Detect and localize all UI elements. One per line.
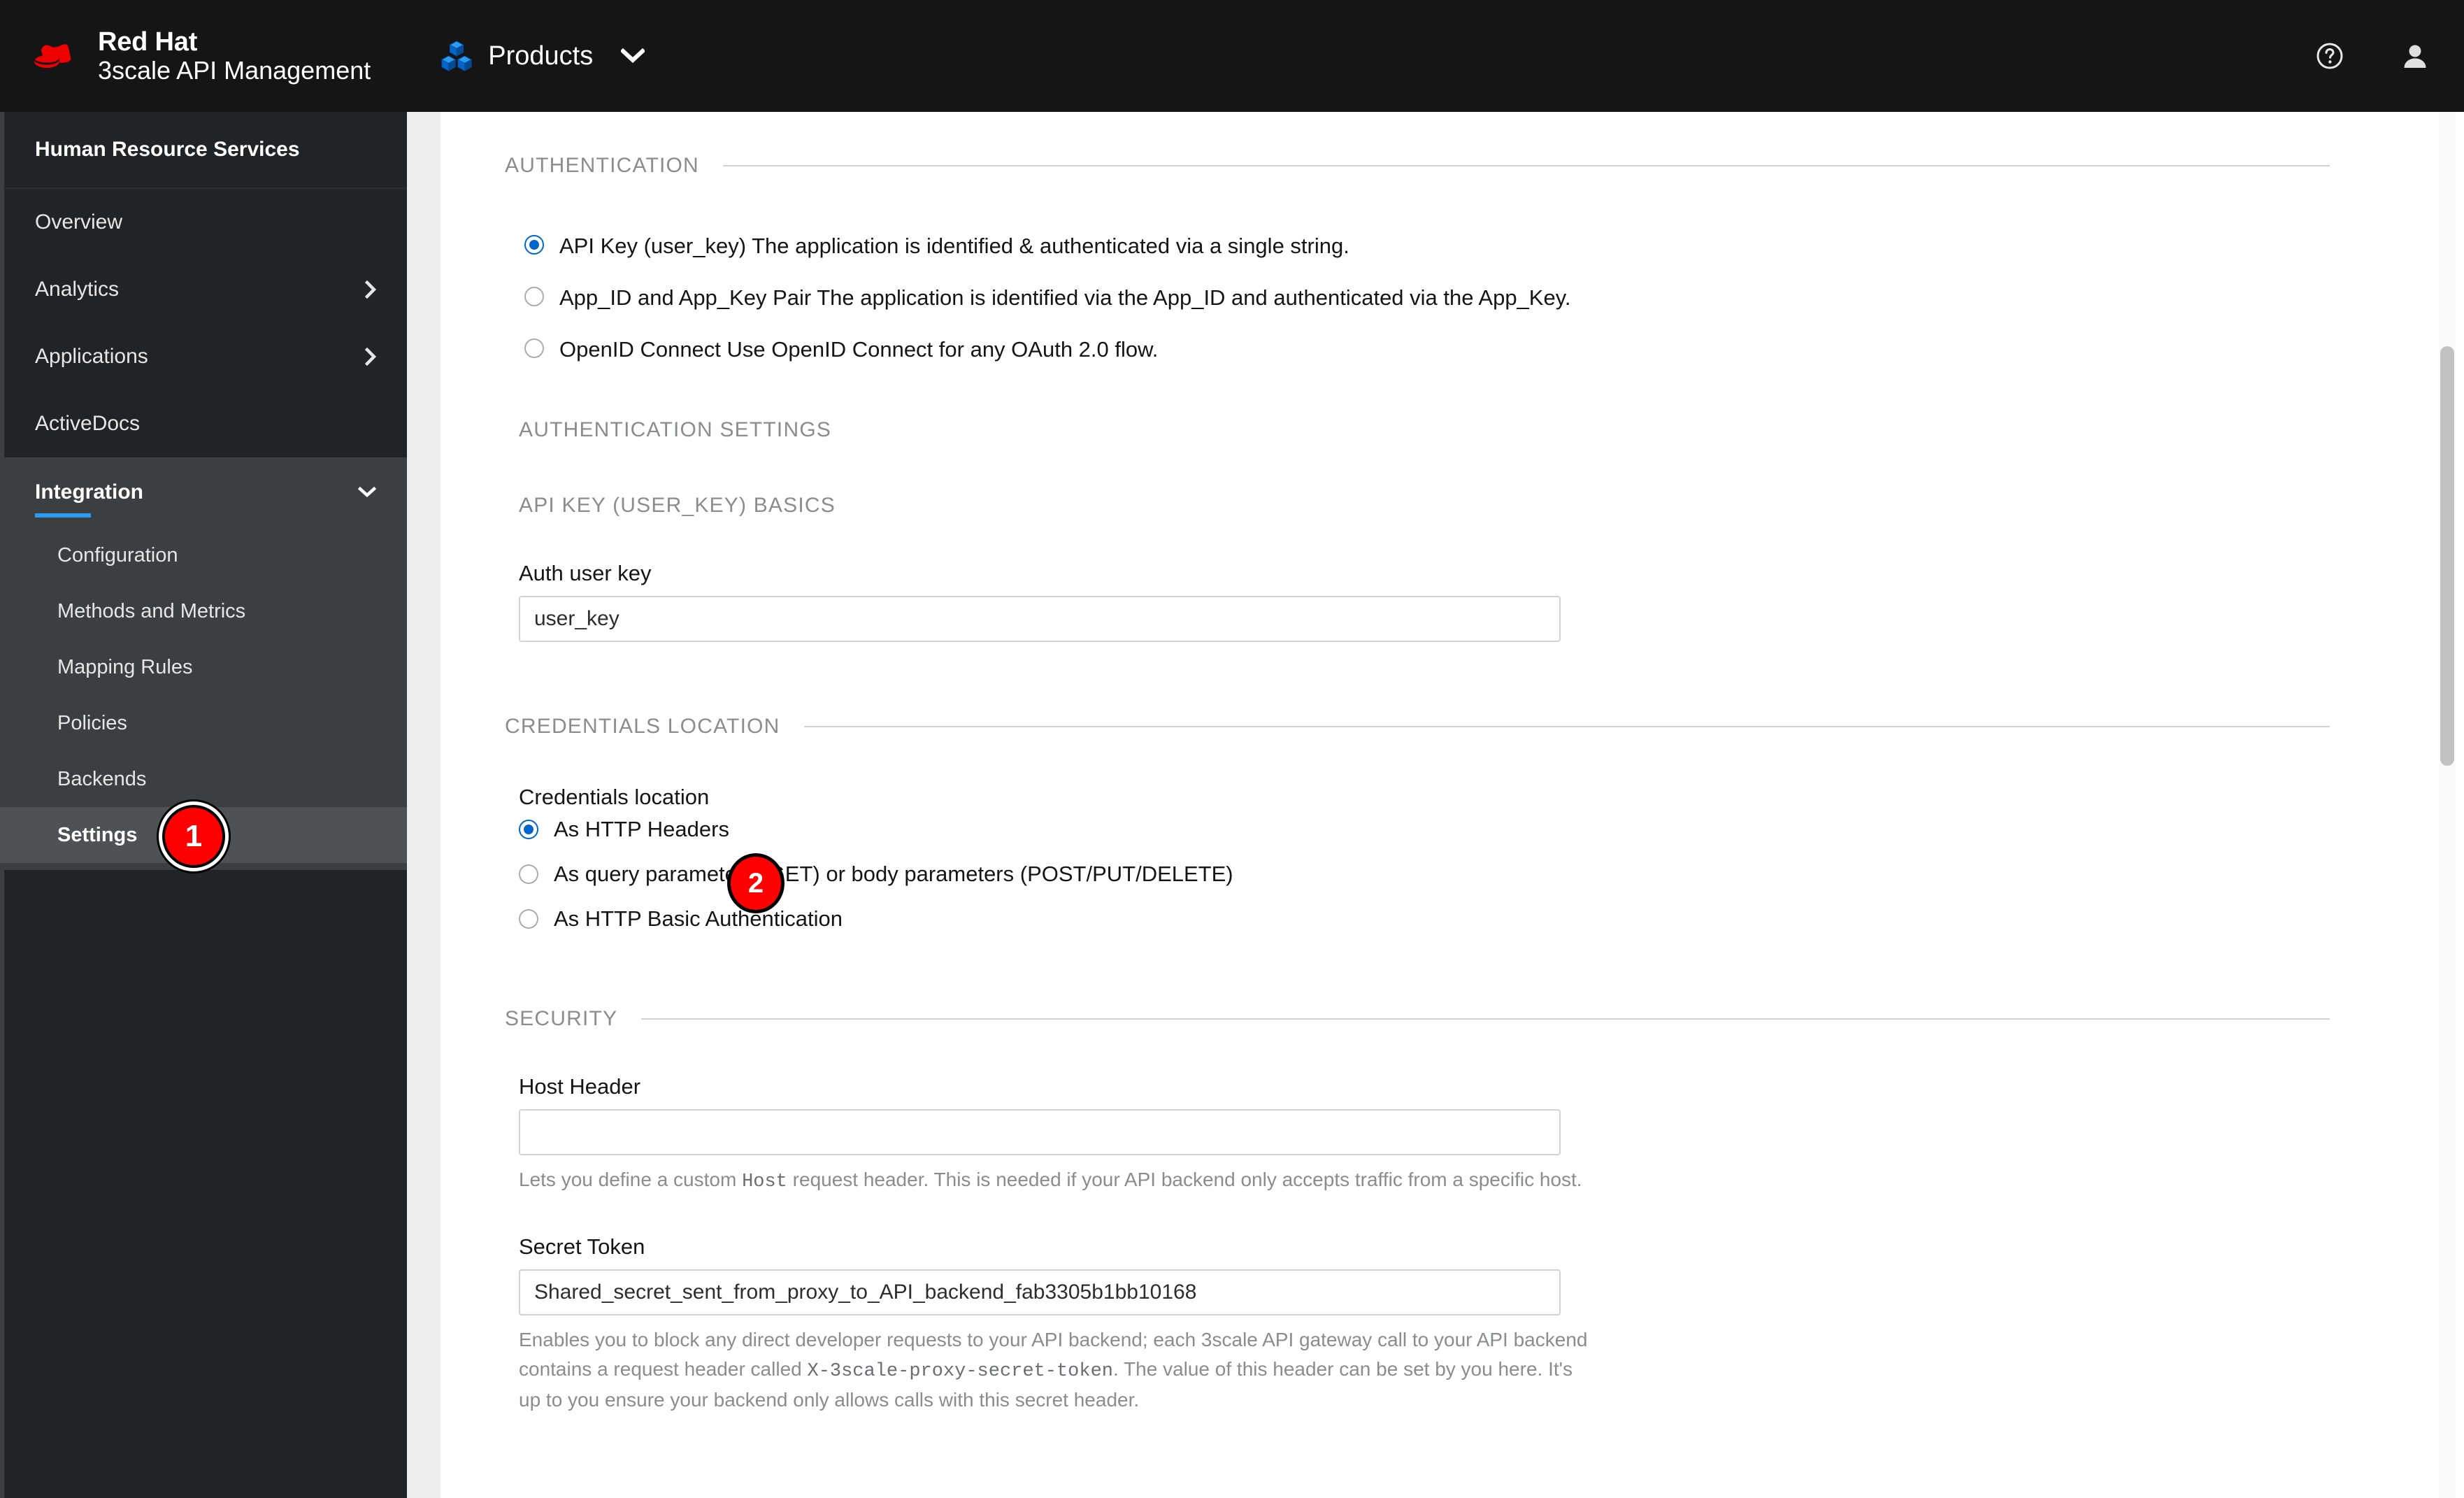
secret-token-label: Secret Token <box>519 1234 645 1260</box>
page-root: Red Hat 3scale API Management Products H… <box>0 0 2464 1498</box>
cred-option-http-headers[interactable]: As HTTP Headers <box>519 817 2442 842</box>
help-text-post: request header. This is needed if your A… <box>787 1169 1582 1191</box>
sidebar-item-applications[interactable]: Applications <box>0 323 407 390</box>
sidebar-subitem-label: Policies <box>57 711 127 734</box>
sidebar-title: Human Resource Services <box>0 112 407 189</box>
secret-token-field: Secret Token Enables you to block any di… <box>519 1234 1587 1415</box>
red-hat-fedora-logo <box>33 44 71 68</box>
secret-token-input[interactable] <box>519 1269 1561 1316</box>
product-name: 3scale API Management <box>98 56 371 85</box>
section-security-header: SECURITY <box>505 1007 2442 1031</box>
secret-token-help: Enables you to block any direct develope… <box>519 1325 1589 1415</box>
sidebar-item-label: Analytics <box>35 278 120 301</box>
radio-http-headers[interactable] <box>519 820 538 840</box>
sidebar-item-policies[interactable]: Policies <box>0 695 407 751</box>
brand-text: Red Hat 3scale API Management <box>98 27 371 85</box>
help-circle-icon[interactable] <box>2316 42 2344 70</box>
section-divider <box>803 726 2330 728</box>
section-credentials-location-header: CREDENTIALS LOCATION <box>505 715 2442 739</box>
chevron-right-icon <box>365 280 376 299</box>
sidebar-item-activedocs[interactable]: ActiveDocs <box>0 390 407 457</box>
sidebar-subitem-label: Configuration <box>57 543 178 566</box>
radio-app-id-key[interactable] <box>524 287 544 307</box>
auth-option-label: OpenID Connect Use OpenID Connect for an… <box>559 337 1159 362</box>
sidebar-item-configuration[interactable]: Configuration <box>0 527 407 583</box>
sidebar-item-analytics[interactable]: Analytics <box>0 256 407 323</box>
auth-option-label: API Key (user_key) The application is id… <box>559 234 1349 258</box>
radio-query-params[interactable] <box>519 864 538 885</box>
auth-option-api-key[interactable]: API Key (user_key) The application is id… <box>524 229 2442 263</box>
credentials-location-label: Credentials location <box>519 785 710 810</box>
sidebar-item-label: Overview <box>35 211 123 234</box>
content-left-gutter <box>407 112 440 1498</box>
sidebar-group-integration[interactable]: Integration <box>0 457 407 527</box>
help-text-pre: Lets you define a custom <box>519 1169 743 1191</box>
sidebar-group-label: Integration <box>35 480 143 504</box>
section-divider <box>722 165 2330 166</box>
api-key-basics-title: API KEY (USER_KEY) BASICS <box>519 494 836 518</box>
host-header-help: Lets you define a custom Host request he… <box>519 1165 1589 1197</box>
auth-user-key-label: Auth user key <box>519 561 652 586</box>
cubes-icon <box>441 41 473 71</box>
authentication-settings-title: AUTHENTICATION SETTINGS <box>519 418 832 442</box>
annotation-badge-1: 1 <box>162 805 225 868</box>
products-nav-button[interactable]: Products <box>440 40 645 72</box>
sidebar-item-overview[interactable]: Overview <box>0 189 407 256</box>
products-label: Products <box>488 41 594 71</box>
sidebar: Human Resource Services Overview Analyti… <box>0 112 407 1498</box>
sidebar-item-label: ActiveDocs <box>35 412 141 435</box>
brand-name: Red Hat <box>98 27 198 57</box>
sidebar-subitem-label: Methods and Metrics <box>57 599 246 622</box>
main-content: AUTHENTICATION API Key (user_key) The ap… <box>440 112 2442 1498</box>
host-header-label: Host Header <box>519 1074 641 1099</box>
cred-option-label: As query parameters (GET) or body parame… <box>554 862 1233 887</box>
radio-http-basic-auth[interactable] <box>519 909 538 929</box>
credentials-location-radio-group: As HTTP Headers As query parameters (GET… <box>519 817 2442 932</box>
section-authentication-header: AUTHENTICATION <box>505 154 2442 178</box>
brand-logo[interactable]: Red Hat 3scale API Management <box>31 27 371 85</box>
auth-option-app-id-app-key[interactable]: App_ID and App_Key Pair The application … <box>524 281 2442 315</box>
auth-option-openid-connect[interactable]: OpenID Connect Use OpenID Connect for an… <box>524 333 2442 366</box>
chevron-down-icon <box>358 487 376 498</box>
scrollbar-track[interactable] <box>2439 112 2456 1498</box>
scrollbar-thumb[interactable] <box>2440 346 2454 766</box>
cred-option-http-basic-auth[interactable]: As HTTP Basic Authentication <box>519 906 2442 932</box>
sidebar-item-backends[interactable]: Backends <box>0 751 407 807</box>
cred-option-label: As HTTP Basic Authentication <box>554 906 843 932</box>
sidebar-item-methods-and-metrics[interactable]: Methods and Metrics <box>0 583 407 639</box>
masthead: Red Hat 3scale API Management Products <box>0 0 2464 112</box>
section-title: SECURITY <box>505 1007 618 1031</box>
sidebar-subitem-label: Backends <box>57 767 147 790</box>
host-header-input[interactable] <box>519 1109 1561 1156</box>
host-header-field: Host Header Lets you define a custom Hos… <box>519 1074 1582 1197</box>
radio-api-key[interactable] <box>524 235 544 255</box>
masthead-actions <box>2316 0 2464 112</box>
user-avatar-icon[interactable] <box>2401 42 2429 70</box>
auth-user-key-input[interactable] <box>519 596 1561 643</box>
help-code: X-3scale-proxy-secret-token <box>807 1360 1113 1382</box>
section-title: CREDENTIALS LOCATION <box>505 715 780 739</box>
sidebar-subitem-label: Mapping Rules <box>57 655 193 678</box>
sidebar-subitem-label: Settings <box>57 823 138 846</box>
radio-openid-connect[interactable] <box>524 338 544 359</box>
section-title: AUTHENTICATION <box>505 154 699 177</box>
cred-option-query-params[interactable]: As query parameters (GET) or body parame… <box>519 862 2442 887</box>
auth-option-label: App_ID and App_Key Pair The application … <box>559 285 1571 311</box>
annotation-badge-2: 2 <box>727 853 785 913</box>
authentication-radio-group: API Key (user_key) The application is id… <box>524 229 2442 366</box>
section-divider <box>641 1018 2330 1020</box>
chevron-right-icon <box>365 348 376 366</box>
cred-option-label: As HTTP Headers <box>554 817 729 842</box>
auth-user-key-field: Auth user key <box>519 561 1561 643</box>
chevron-down-icon <box>621 48 645 64</box>
sidebar-item-mapping-rules[interactable]: Mapping Rules <box>0 639 407 695</box>
help-code: Host <box>742 1171 787 1193</box>
sidebar-item-label: Applications <box>35 345 148 368</box>
